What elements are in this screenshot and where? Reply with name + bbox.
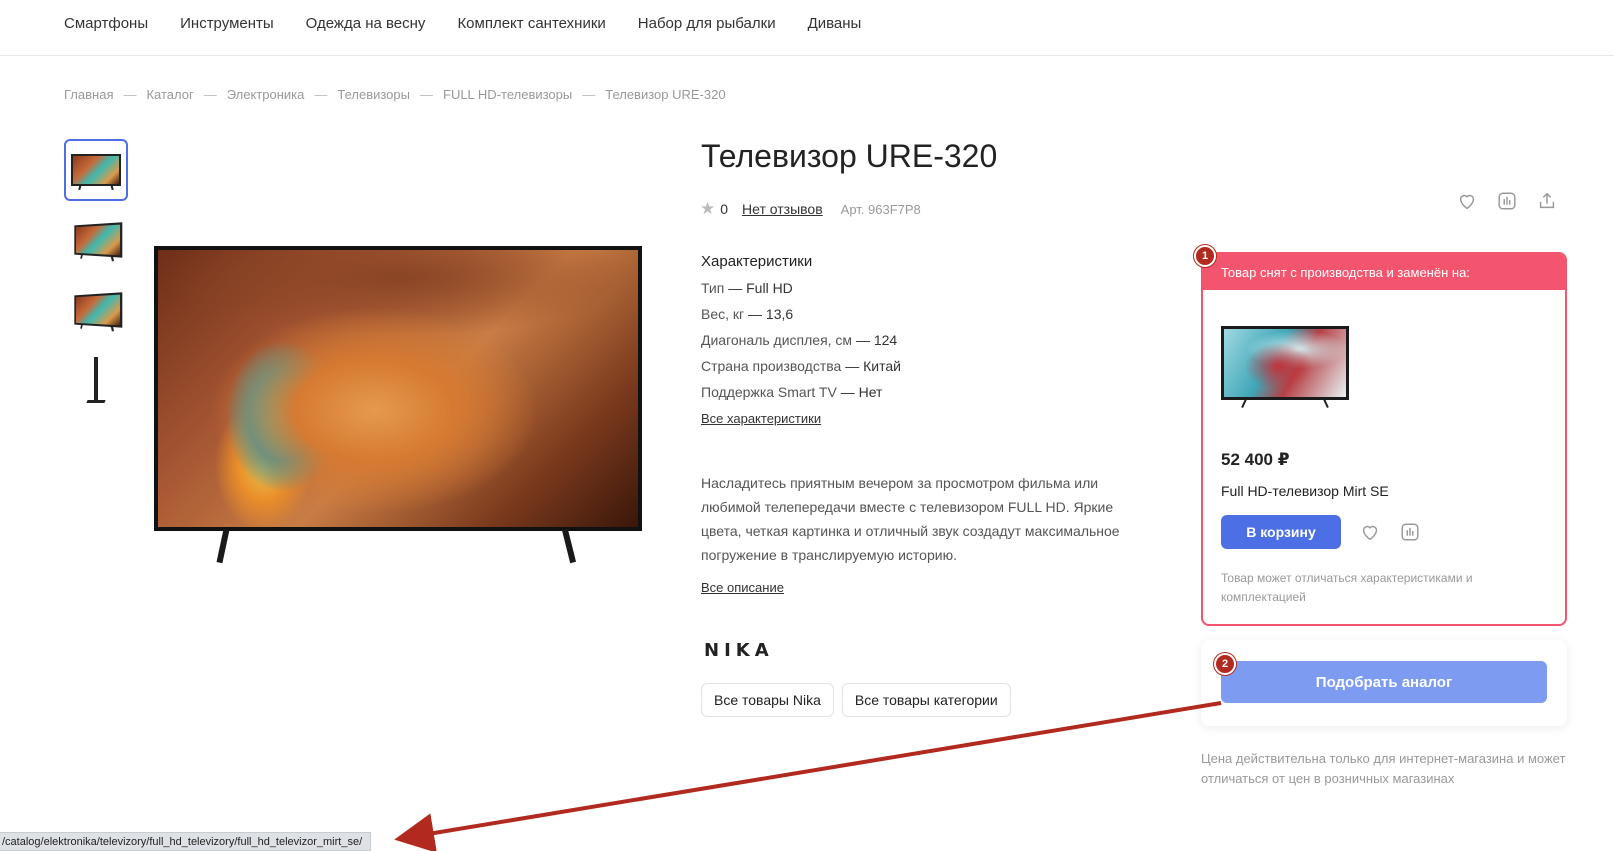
tv-side-thumbnail-image [94, 357, 98, 403]
tv-screen [158, 250, 638, 527]
replacement-price: 52 400 ₽ [1221, 450, 1290, 469]
breadcrumb-separator: — [314, 87, 328, 102]
nav-item-sofas[interactable]: Диваны [808, 15, 862, 32]
breadcrumb-home[interactable]: Главная [64, 87, 113, 102]
share-icon[interactable] [1536, 190, 1558, 212]
spec-value: Full HD [746, 280, 793, 296]
specifications: Характеристики Тип — Full HD Вес, кг — 1… [701, 253, 1151, 428]
breadcrumb-separator: — [123, 87, 137, 102]
replacement-product-image[interactable] [1221, 326, 1349, 400]
spec-dash: — [845, 358, 860, 374]
nav-item-tools[interactable]: Инструменты [180, 15, 274, 32]
spec-dash: — [748, 306, 763, 322]
thumbnail-gallery [64, 139, 128, 419]
specs-heading: Характеристики [701, 253, 813, 270]
compare-icon[interactable] [1496, 190, 1518, 212]
thumbnail-side[interactable] [64, 349, 128, 411]
brand-buttons: Все товары Nika Все товары категории [701, 683, 1011, 717]
spec-value: Китай [863, 358, 901, 374]
all-specs-link[interactable]: Все характеристики [701, 411, 821, 426]
rating-value: 0 [720, 201, 729, 217]
top-navigation: Смартфоны Инструменты Одежда на весну Ко… [0, 0, 1614, 56]
star-icon: ★ [700, 199, 716, 218]
product-main-image[interactable] [154, 246, 642, 564]
product-sku: Арт. 963F7P8 [840, 201, 921, 217]
find-analog-button[interactable]: Подобрать аналог [1221, 661, 1547, 703]
rating-row: ★ 0 Нет отзывов Арт. 963F7P8 [700, 199, 921, 219]
spec-value: 124 [873, 332, 898, 348]
breadcrumb-separator: — [420, 87, 433, 102]
spec-value: 13,6 [765, 306, 794, 322]
nav-item-fishing-set[interactable]: Набор для рыбалки [638, 15, 776, 32]
spec-key: Вес, кг [701, 306, 745, 322]
spec-dash: — [840, 384, 855, 400]
tv-frame [154, 246, 642, 531]
spec-row: Поддержка Smart TV — Нет [701, 384, 1151, 400]
spec-row: Вес, кг — 13,6 [701, 306, 1151, 322]
spec-row: Страна производства — Китай [701, 358, 1151, 374]
spec-value: Нет [858, 384, 883, 400]
replacement-product-card: 52 400 ₽ Full HD-телевизор Mirt SE В кор… [1203, 326, 1565, 607]
breadcrumb-separator: — [582, 87, 596, 102]
compare-icon[interactable] [1399, 521, 1421, 543]
replacement-actions: В корзину [1221, 515, 1547, 549]
replacement-tv-screen [1224, 329, 1346, 397]
notice-header: Товар снят с производства и заменён на: [1203, 254, 1565, 290]
breadcrumb-tvs[interactable]: Телевизоры [337, 87, 410, 102]
breadcrumb: Главная — Каталог — Электроника — Телеви… [64, 87, 726, 102]
all-category-products-button[interactable]: Все товары категории [841, 683, 1011, 717]
annotation-badge-2: 2 [1214, 653, 1236, 675]
all-description-link[interactable]: Все описание [701, 580, 784, 595]
spec-dash: — [855, 332, 870, 348]
spec-key: Поддержка Smart TV [701, 384, 837, 400]
spec-key: Диагональ дисплея, см [701, 332, 853, 348]
reviews-link[interactable]: Нет отзывов [742, 201, 823, 217]
product-actions [1456, 190, 1558, 212]
analog-panel: Подобрать аналог [1201, 640, 1567, 726]
spec-row: Тип — Full HD [701, 280, 1151, 296]
tv-leg-right [561, 528, 577, 564]
tv-thumbnail-image [74, 292, 123, 328]
tv-thumbnail-image [71, 154, 121, 186]
replacement-name[interactable]: Full HD-телевизор Mirt SE [1221, 483, 1547, 499]
brand-logo[interactable]: NIKA [704, 640, 774, 661]
annotation-badge-1: 1 [1194, 245, 1216, 267]
nav-item-smartphones[interactable]: Смартфоны [64, 15, 148, 32]
breadcrumb-electronics[interactable]: Электроника [227, 87, 305, 102]
discontinued-notice: Товар снят с производства и заменён на: … [1201, 252, 1567, 626]
nav-item-plumbing-set[interactable]: Комплект сантехники [457, 15, 605, 32]
breadcrumb-current: Телевизор URE-320 [605, 87, 726, 102]
page-title: Телевизор URE-320 [701, 138, 998, 174]
breadcrumb-catalog[interactable]: Каталог [146, 87, 193, 102]
all-brand-products-button[interactable]: Все товары Nika [701, 683, 834, 717]
spec-dash: — [728, 280, 743, 296]
replacement-note: Товар может отличаться характеристиками … [1221, 571, 1473, 604]
breadcrumb-fullhd-tvs[interactable]: FULL HD-телевизоры [443, 87, 572, 102]
status-url: /catalog/elektronika/televizory/full_hd_… [2, 835, 363, 848]
spec-row: Диагональ дисплея, см — 124 [701, 332, 1151, 348]
tv-leg-left [216, 528, 230, 564]
spec-key: Тип [701, 280, 725, 296]
add-to-cart-button[interactable]: В корзину [1221, 515, 1341, 549]
heart-icon[interactable] [1456, 190, 1478, 212]
heart-icon[interactable] [1359, 521, 1381, 543]
thumbnail-angle-right[interactable] [64, 279, 128, 341]
nav-item-spring-clothing[interactable]: Одежда на весну [306, 15, 426, 32]
spec-key: Страна производства [701, 358, 842, 374]
thumbnail-front[interactable] [64, 139, 128, 201]
browser-status-bar: /catalog/elektronika/televizory/full_hd_… [0, 832, 372, 851]
tv-thumbnail-image [74, 222, 123, 258]
price-disclaimer: Цена действительна только для интернет-м… [1201, 751, 1566, 786]
product-description: Насладитесь приятным вечером за просмотр… [701, 475, 1120, 563]
thumbnail-angle-left[interactable] [64, 209, 128, 271]
breadcrumb-separator: — [203, 87, 217, 102]
